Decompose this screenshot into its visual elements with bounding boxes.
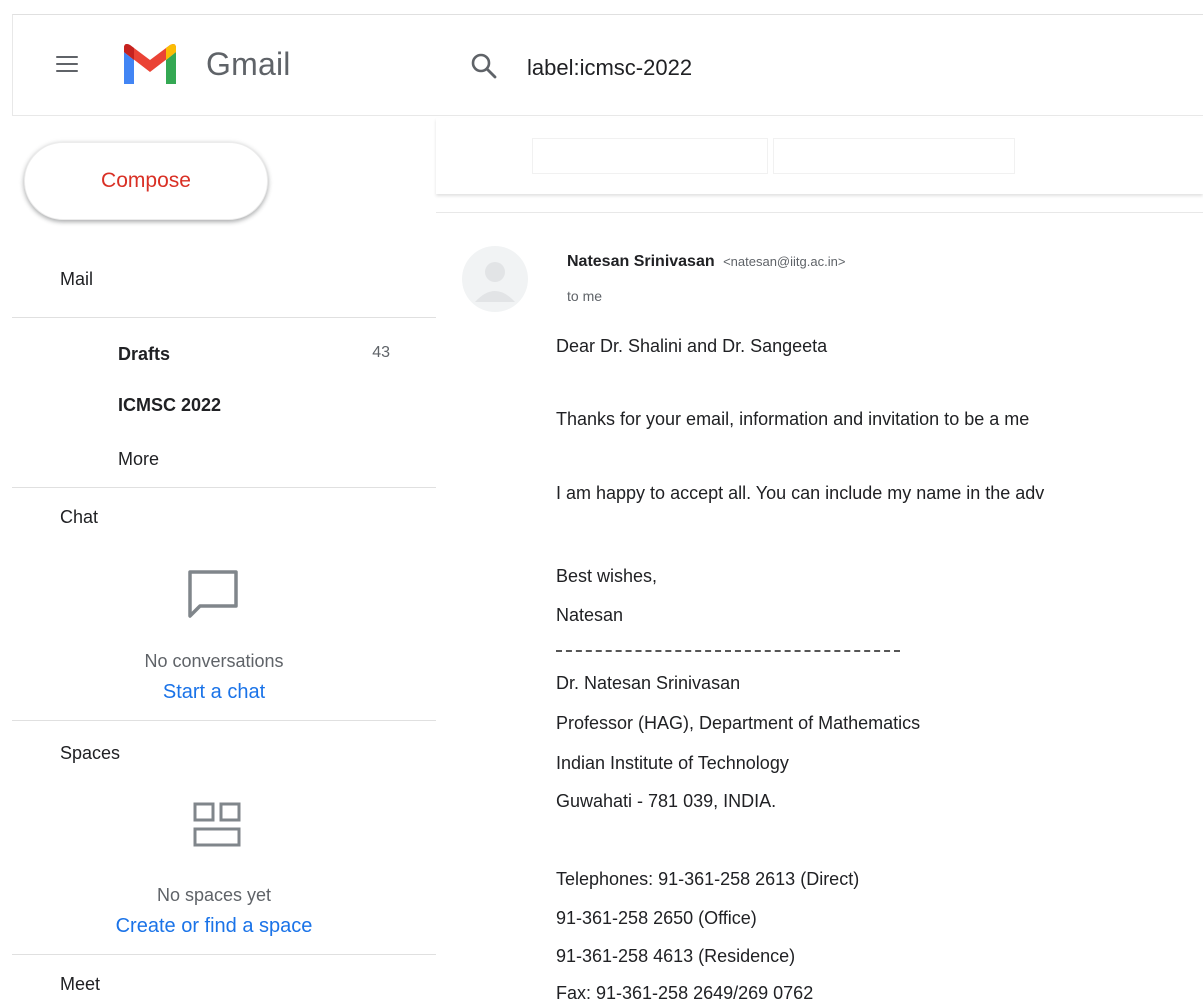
sidebar-item-drafts[interactable]: Drafts 43	[118, 344, 408, 376]
mail-section-title: Mail	[60, 269, 94, 289]
avatar	[462, 246, 528, 312]
meet-divider	[12, 954, 436, 955]
sidebar-item-label: Drafts	[118, 344, 171, 364]
toolbar-button[interactable]	[532, 138, 768, 174]
search-icon[interactable]	[470, 52, 498, 80]
body-line: Fax: 91-361-258 2649/269 0762	[556, 983, 814, 1003]
sender-name[interactable]: Natesan Srinivasan	[567, 253, 715, 270]
chat-section-title: Chat	[60, 507, 99, 527]
sender: Natesan Srinivasan <natesan@iitg.ac.in>	[567, 253, 845, 271]
body-line: Indian Institute of Technology	[556, 753, 789, 773]
sidebar-item-more[interactable]: More	[118, 449, 408, 481]
spaces-divider	[12, 720, 436, 721]
recipient-text[interactable]: to me	[567, 288, 602, 304]
sidebar-item-icmsc-2022[interactable]: ICMSC 2022	[118, 395, 408, 427]
drafts-count: 43	[372, 344, 390, 361]
mail-divider	[12, 317, 436, 318]
body-line: Dear Dr. Shalini and Dr. Sangeeta	[556, 336, 828, 356]
body-line: Natesan	[556, 605, 624, 625]
message-toolbar	[436, 118, 1203, 194]
body-line: 91-361-258 4613 (Residence)	[556, 946, 796, 966]
spaces-section-title: Spaces	[60, 743, 121, 763]
app-name: Gmail	[206, 46, 291, 82]
body-line: I am happy to accept all. You can includ…	[556, 483, 1045, 503]
compose-button[interactable]: Compose	[24, 142, 268, 220]
body-line: Best wishes,	[556, 566, 658, 586]
create-space-link[interactable]: Create or find a space	[12, 915, 416, 938]
chat-empty-text: No conversations	[144, 651, 284, 671]
signature-separator	[556, 650, 900, 652]
body-line: Thanks for your email, information and i…	[556, 409, 1030, 429]
toolbar-button[interactable]	[773, 138, 1015, 174]
body-line: Guwahati - 781 039, INDIA.	[556, 791, 777, 811]
gmail-logo[interactable]	[120, 42, 180, 88]
chat-bubble-icon	[188, 570, 238, 618]
main-divider	[436, 212, 1203, 213]
spaces-grid-icon	[193, 802, 241, 847]
avatar-icon	[475, 262, 515, 302]
sidebar-item-label: ICMSC 2022	[118, 395, 222, 415]
sender-email: <natesan@iitg.ac.in>	[723, 254, 846, 269]
menu-icon[interactable]	[56, 56, 78, 74]
start-chat-link[interactable]: Start a chat	[12, 681, 416, 704]
body-line: Dr. Natesan Srinivasan	[556, 673, 741, 693]
spaces-empty-text: No spaces yet	[156, 885, 272, 905]
chat-divider	[12, 487, 436, 488]
body-line: Professor (HAG), Department of Mathemati…	[556, 713, 921, 733]
meet-section-title: Meet	[60, 974, 101, 994]
body-line: 91-361-258 2650 (Office)	[556, 908, 757, 928]
compose-label: Compose	[101, 169, 191, 192]
search-input[interactable]	[527, 50, 1127, 86]
body-line: Telephones: 91-361-258 2613 (Direct)	[556, 869, 860, 889]
sidebar-item-label: More	[118, 449, 160, 469]
